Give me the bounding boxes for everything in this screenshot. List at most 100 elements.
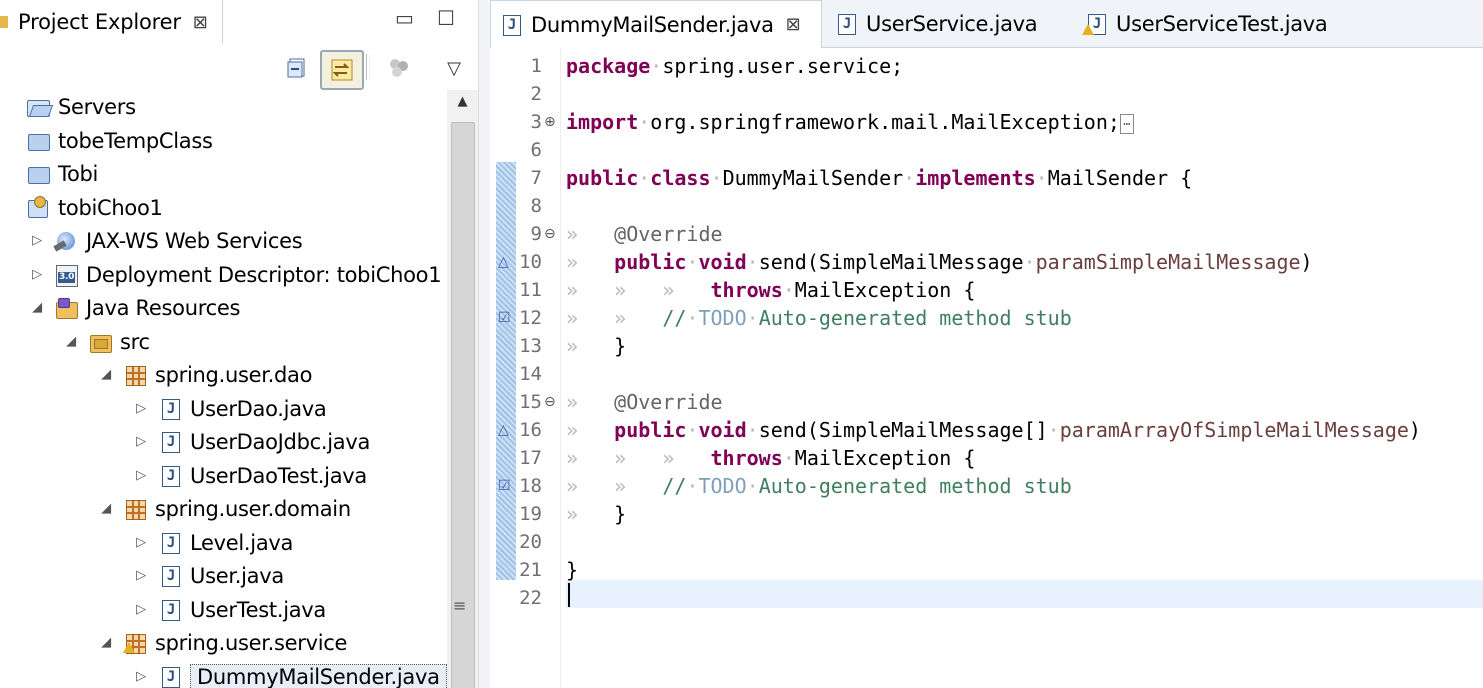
tasks-icon <box>390 59 408 77</box>
project-explorer-tabbar: Project Explorer ⊠ ▭ ☐ <box>0 0 478 44</box>
editor-tabbar: DummyMailSender.java ⊠ UserService.java … <box>490 0 1483 48</box>
tree-item-label: spring.user.service <box>155 630 348 655</box>
twisty-icon[interactable]: ◢ <box>28 300 46 315</box>
twisty-icon[interactable]: ◢ <box>62 334 80 349</box>
close-icon[interactable]: ⊠ <box>193 12 208 33</box>
folded-imports-icon[interactable]: … <box>1119 113 1134 134</box>
tree-item-userdaojdbc[interactable]: ▷ UserDaoJdbc.java <box>132 425 370 458</box>
collapse-fold-icon[interactable]: ⊖ <box>544 388 556 416</box>
package-icon <box>123 497 147 521</box>
tree-item-dummymailsender[interactable]: ▷ DummyMailSender.java <box>132 660 447 688</box>
minimize-icon[interactable]: ▭ <box>395 6 414 30</box>
deployment-descriptor-icon <box>54 263 78 287</box>
link-with-editor-button[interactable] <box>320 50 364 90</box>
java-file-icon <box>158 665 182 688</box>
tree-item-tobi[interactable]: Tobi <box>0 157 98 190</box>
collapse-fold-icon[interactable]: ⊖ <box>544 220 556 248</box>
task-marker-icon[interactable]: ☑ <box>498 304 511 332</box>
line-number: 13 <box>519 335 542 357</box>
tree-item-java-resources[interactable]: ◢ Java Resources <box>28 291 240 324</box>
line-number: 22 <box>519 587 542 609</box>
task-marker-icon[interactable]: ☑ <box>498 472 511 500</box>
tab-userservicetest[interactable]: UserServiceTest.java <box>1082 0 1328 47</box>
tree-item-package-dao[interactable]: ◢ spring.user.dao <box>97 358 312 391</box>
twisty-icon[interactable]: ▷ <box>132 434 150 449</box>
tree-item-level[interactable]: ▷ Level.java <box>132 526 293 559</box>
tree-item-tobetempclass[interactable]: tobeTempClass <box>0 124 213 157</box>
java-resources-icon <box>54 296 78 320</box>
project-explorer-panel: Project Explorer ⊠ ▭ ☐ ▽ Servers tobeTem… <box>0 0 478 688</box>
twisty-icon[interactable]: ◢ <box>97 635 115 650</box>
tree-item-label: UserDaoJdbc.java <box>190 429 371 454</box>
tree-item-label: spring.user.domain <box>155 496 351 521</box>
tree-item-label: UserDao.java <box>190 396 327 421</box>
tree-item-label: src <box>120 329 150 354</box>
tab-userservice[interactable]: UserService.java <box>834 0 1038 47</box>
tree-item-user[interactable]: ▷ User.java <box>132 559 284 592</box>
code-area[interactable]: 1 2 3 ⊕ 6 7 8 9 ⊖ 10 △ 11 12 ☑ 13 14 15 … <box>490 48 1483 688</box>
code-line-3: import·org.springframework.mail.MailExce… <box>566 108 1134 136</box>
tree-item-label: User.java <box>190 563 284 588</box>
twisty-icon[interactable]: ▷ <box>28 233 46 248</box>
twisty-icon[interactable]: ▷ <box>132 602 150 617</box>
code-line-13: » } <box>566 334 627 358</box>
code-line-11: » » » throws·MailException { <box>566 278 976 302</box>
code-line-10: » public·void·send(SimpleMailMessage·par… <box>566 250 1313 274</box>
line-number: 11 <box>519 279 542 301</box>
folder-open-icon <box>26 95 50 119</box>
line-number: 6 <box>530 139 542 161</box>
view-menu-icon[interactable]: ▽ <box>438 52 470 84</box>
folder-icon <box>26 129 50 153</box>
tree-item-servers[interactable]: Servers <box>0 90 136 123</box>
tree-item-tobichoo1[interactable]: tobiChoo1 <box>0 191 163 224</box>
twisty-icon[interactable]: ▷ <box>132 468 150 483</box>
folder-icon <box>26 162 50 186</box>
code-line-17: » » » throws·MailException { <box>566 446 976 470</box>
package-warning-icon <box>123 631 147 655</box>
maximize-icon[interactable]: ☐ <box>437 6 455 30</box>
twisty-icon[interactable]: ▷ <box>28 267 46 282</box>
code-line-19: » } <box>566 502 627 526</box>
focus-on-active-task-button[interactable] <box>383 52 415 84</box>
code-line-18: » » //·TODO·Auto-generated method stub <box>566 474 1072 498</box>
line-number: 17 <box>519 447 542 469</box>
vertical-scrollbar[interactable]: ▲ ≡ <box>447 90 478 688</box>
line-number: 9 <box>530 223 542 245</box>
project-explorer-tab[interactable]: Project Explorer ⊠ <box>0 0 223 44</box>
close-icon[interactable]: ⊠ <box>786 14 801 35</box>
twisty-icon[interactable]: ▷ <box>132 568 150 583</box>
line-number: 1 <box>530 55 542 77</box>
scroll-up-icon[interactable]: ▲ <box>447 94 478 116</box>
tree-item-label: Deployment Descriptor: tobiChoo1 <box>86 262 442 287</box>
project-tree: Servers tobeTempClass Tobi tobiChoo1 ▷ J… <box>0 90 447 688</box>
expand-fold-icon[interactable]: ⊕ <box>544 108 556 136</box>
tree-item-usertest[interactable]: ▷ UserTest.java <box>132 593 326 626</box>
twisty-icon[interactable]: ▷ <box>132 669 150 684</box>
tab-label: DummyMailSender.java <box>531 12 774 37</box>
line-number-gutter: 1 2 3 ⊕ 6 7 8 9 ⊖ 10 △ 11 12 ☑ 13 14 15 … <box>490 48 561 688</box>
code-lines[interactable]: package·spring.user.service; import·org.… <box>566 48 1483 688</box>
tree-item-userdaotest[interactable]: ▷ UserDaoTest.java <box>132 459 367 492</box>
line-number: 14 <box>519 363 542 385</box>
project-explorer-title: Project Explorer <box>18 10 181 34</box>
tree-item-src[interactable]: ◢ src <box>62 325 150 358</box>
twisty-icon[interactable]: ◢ <box>97 501 115 516</box>
collapse-all-button[interactable] <box>281 52 313 84</box>
text-caret <box>568 583 570 607</box>
tree-item-package-domain[interactable]: ◢ spring.user.domain <box>97 492 351 525</box>
twisty-icon[interactable]: ▷ <box>132 535 150 550</box>
package-icon <box>123 363 147 387</box>
tab-dummymailsender[interactable]: DummyMailSender.java ⊠ <box>490 0 822 48</box>
override-marker-icon[interactable]: △ <box>498 416 509 444</box>
tree-item-jax-ws[interactable]: ▷ JAX-WS Web Services <box>28 224 303 257</box>
tree-item-userdao[interactable]: ▷ UserDao.java <box>132 392 327 425</box>
java-file-icon <box>158 531 182 555</box>
java-file-icon <box>499 13 523 37</box>
twisty-icon[interactable]: ◢ <box>97 367 115 382</box>
override-marker-icon[interactable]: △ <box>498 248 509 276</box>
twisty-icon[interactable]: ▷ <box>132 401 150 416</box>
tree-item-deployment-descriptor[interactable]: ▷ Deployment Descriptor: tobiChoo1 <box>28 258 442 291</box>
java-file-warning-icon <box>1082 12 1108 36</box>
tree-item-label: JAX-WS Web Services <box>86 228 303 253</box>
tree-item-package-service[interactable]: ◢ spring.user.service <box>97 626 347 659</box>
